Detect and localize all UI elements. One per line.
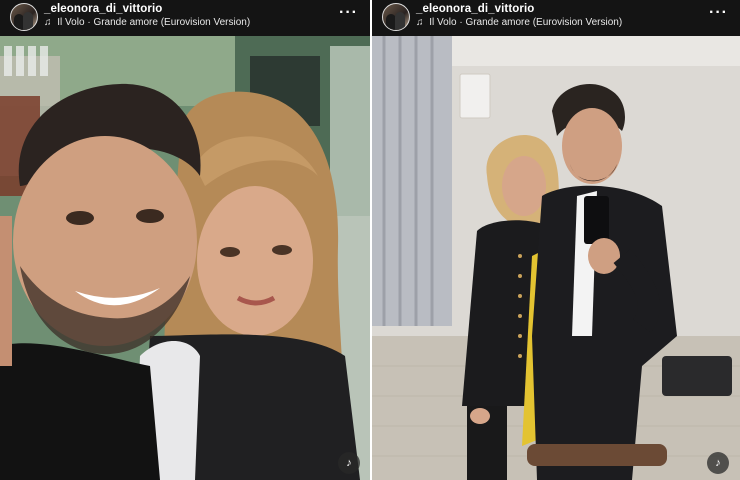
music-note-icon: ♫ — [44, 17, 52, 28]
music-title: Grande amore (Eurovision Version) — [93, 17, 251, 28]
mirror-selfie-photo-right — [372, 36, 740, 480]
music-separator: · — [87, 17, 91, 28]
sound-muted-icon[interactable]: ♪ — [338, 452, 360, 474]
story-left: _eleonora_di_vittorio ♫ Il Volo · Grande… — [0, 0, 370, 480]
story-photo — [372, 36, 740, 480]
music-title: Grande amore (Eurovision Version) — [465, 17, 623, 28]
music-info[interactable]: ♫ Il Volo · Grande amore (Eurovision Ver… — [44, 17, 250, 28]
username[interactable]: _eleonora_di_vittorio — [44, 3, 162, 15]
story-photo — [0, 36, 370, 480]
more-options-icon[interactable]: ··· — [709, 4, 728, 22]
story-header: _eleonora_di_vittorio ♫ Il Volo · Grande… — [372, 0, 740, 36]
username[interactable]: _eleonora_di_vittorio — [416, 3, 534, 15]
more-options-icon[interactable]: ··· — [339, 4, 358, 22]
selfie-photo-left — [0, 36, 370, 480]
divider — [370, 0, 372, 480]
story-right: _eleonora_di_vittorio ♫ Il Volo · Grande… — [372, 0, 740, 480]
music-artist: Il Volo — [57, 17, 85, 28]
music-separator: · — [459, 17, 463, 28]
story-header: _eleonora_di_vittorio ♫ Il Volo · Grande… — [0, 0, 370, 36]
sound-muted-icon[interactable]: ♪ — [707, 452, 729, 474]
music-note-icon: ♫ — [416, 17, 424, 28]
music-info[interactable]: ♫ Il Volo · Grande amore (Eurovision Ver… — [416, 17, 622, 28]
music-artist: Il Volo — [429, 17, 457, 28]
stories-collage: _eleonora_di_vittorio ♫ Il Volo · Grande… — [0, 0, 740, 480]
avatar[interactable] — [382, 3, 410, 31]
avatar[interactable] — [10, 3, 38, 31]
